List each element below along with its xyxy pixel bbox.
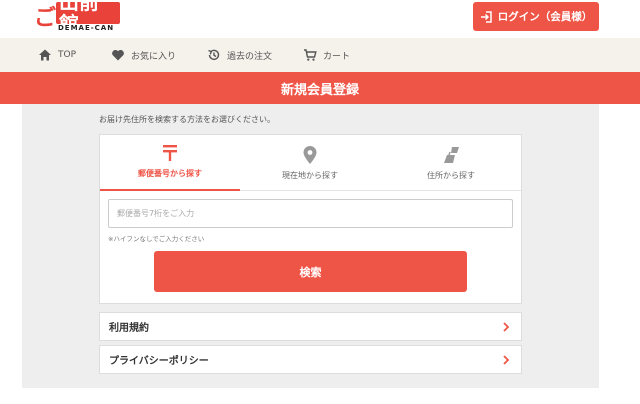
site-header: ご 出前館 DEMAE-CAN ログイン（会員様） (0, 0, 640, 38)
nav-item-favorites[interactable]: お気に入り (111, 38, 176, 72)
nav-label-favorites: お気に入り (131, 51, 177, 62)
demaecan-logo[interactable]: ご 出前館 DEMAE-CAN (30, 0, 120, 35)
heart-icon (112, 50, 124, 61)
tab-label-current-location: 現在地から探す (282, 171, 338, 180)
tab-address[interactable]: 住所から探す (381, 135, 521, 191)
nav-label-cart: カート (323, 51, 351, 62)
chevron-right-icon (503, 322, 510, 332)
postal-mark-icon (163, 145, 177, 161)
page-title-banner: 新規会員登録 (0, 72, 640, 104)
logo-ko-mark: ご (34, 5, 57, 31)
search-method-tabs: 郵便番号から探す 現在地から探す 住所から探す (100, 135, 521, 191)
postal-code-input[interactable] (108, 199, 513, 228)
address-search-card: 郵便番号から探す 現在地から探す 住所から探す ※ハイフンなしでご入力ください … (99, 134, 522, 304)
nav-item-cart[interactable]: カート (303, 38, 350, 72)
search-button-label: 検索 (299, 265, 322, 279)
nav-label-history: 過去の注文 (227, 51, 273, 62)
tab-label-address: 住所から探す (427, 171, 475, 180)
chevron-right-icon (503, 355, 510, 365)
logo-subtitle: DEMAE-CAN (58, 24, 115, 32)
nav-item-top[interactable]: TOP (38, 38, 76, 72)
intro-text: お届け先住所を検索する方法をお選びください。 (99, 115, 275, 124)
privacy-label: プライバシーポリシー (109, 356, 209, 367)
cart-icon (304, 49, 317, 61)
privacy-policy-link[interactable]: プライバシーポリシー (99, 345, 522, 374)
input-hint: ※ハイフンなしでご入力ください (108, 235, 205, 243)
location-pin-icon (303, 146, 317, 164)
tab-current-location[interactable]: 現在地から探す (240, 135, 380, 191)
nav-item-history[interactable]: 過去の注文 (207, 38, 272, 72)
search-button[interactable]: 検索 (154, 251, 467, 292)
page-title: 新規会員登録 (280, 82, 359, 98)
login-label: ログイン（会員様） (497, 11, 593, 23)
terms-label: 利用規約 (109, 323, 149, 334)
history-icon (208, 49, 220, 61)
logo-wordmark: 出前館 (56, 0, 120, 35)
tab-postal-code[interactable]: 郵便番号から探す (100, 135, 240, 191)
map-icon (444, 147, 459, 163)
terms-of-service-link[interactable]: 利用規約 (99, 312, 522, 341)
tab-label-postal-code: 郵便番号から探す (138, 169, 202, 178)
home-icon (39, 49, 51, 61)
nav-label-top: TOP (58, 50, 77, 60)
main-nav: TOP お気に入り 過去の注文 カート (0, 38, 640, 72)
login-icon (480, 10, 492, 23)
login-button[interactable]: ログイン（会員様） (473, 2, 599, 31)
